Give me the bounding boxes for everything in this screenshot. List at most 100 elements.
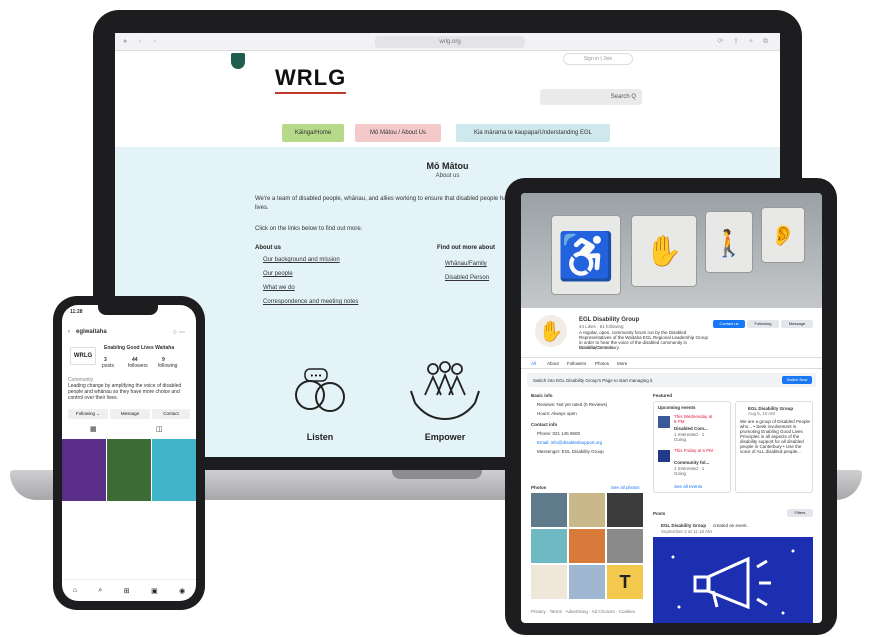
page-category: Disability Service [579,345,614,350]
photos-heading: Photos [531,485,547,490]
tab-followers[interactable]: Followers [567,361,586,366]
contact-info-heading: Contact info [531,422,558,427]
event1-title[interactable]: Disabled Com... [674,426,708,431]
photo-thumbnail[interactable] [531,565,567,599]
footer-links[interactable]: Privacy · Terms · Advertising · Ad Choic… [531,609,635,614]
following-page-button[interactable]: Following [747,320,779,328]
event2-title[interactable]: Community fol... [674,460,709,465]
events-card: Upcoming events This Wednesday at 6 PM D… [653,401,731,493]
window-controls-icon[interactable]: ● ‹ › [123,38,161,45]
site-nav: Kāinga/Home Mō Mātou / About Us Kia māra… [115,117,780,147]
browser-toolbar: ● ‹ › wrlg.org ⟳ ⇪ + ⧉ [115,33,780,51]
tablet-screen: ♿ ✋ 🚶 👂 ✋ EGL Disability Group 44 Likes … [521,193,822,623]
contact-us-button[interactable]: Contact us [713,320,745,328]
stat-following-label[interactable]: following [158,363,177,369]
photo-thumbnail[interactable]: T [607,565,643,599]
tab-more[interactable]: More [617,361,627,366]
tab-photos[interactable]: Photos [595,361,609,366]
posts-heading: Posts [653,511,666,516]
featured-post-card[interactable]: EGL Disability Group Aug 5, 10 AM We are… [735,401,813,493]
menu-icon[interactable]: ♢ ⋯ [172,329,185,336]
link-disabled-person[interactable]: Disabled Person [445,275,489,281]
profile-handle: egiwaitaha [76,329,107,335]
see-all-events-link[interactable]: See all events [674,484,702,489]
event-thumbnail[interactable] [658,450,670,462]
hours-row: Hours: Always open [537,411,577,416]
link-whanau[interactable]: Whānau/Family [445,261,487,267]
search-icon[interactable]: ⌕ [98,587,102,595]
cover-photo[interactable]: ♿ ✋ 🚶 👂 [521,193,822,308]
nav-home[interactable]: Kāinga/Home [282,124,344,142]
grid-tab-icon[interactable]: ▦ [90,425,97,433]
reels-icon[interactable]: ▣ [151,587,158,595]
event-thumbnail[interactable] [658,416,670,428]
event2-stats: 1 Interested · 1 Going [674,466,705,476]
signin-link[interactable]: Sign in | Join [563,53,633,65]
empower-label: Empower [424,432,466,442]
tagged-tab-icon[interactable]: ◫ [156,425,163,433]
messenger-row[interactable]: Messenger: EGL Disability Group [537,449,604,454]
photo-thumbnail[interactable] [569,565,605,599]
tab-all[interactable]: All [531,361,536,366]
switch-now-button[interactable]: Switch Now [782,376,812,384]
wheelchair-icon: ♿ [551,215,621,295]
message-button[interactable]: Message [110,409,150,419]
blind-walker-icon: 🚶 [705,211,753,273]
link-our-people[interactable]: Our people [263,271,293,277]
reviews-row: Reviews: Not yet rated (0 Reviews) [537,402,608,407]
back-arrow-icon[interactable]: ‹ [68,329,70,335]
message-page-button[interactable]: Message [781,320,813,328]
address-bar[interactable]: wrlg.org [375,36,525,48]
contact-button[interactable]: Contact [152,409,190,419]
link-correspondence[interactable]: Correspondence and meeting notes [263,299,363,305]
post-thumbnail[interactable] [152,439,196,501]
event1-day: This Wednesday at 6 PM [674,414,713,424]
event2-day: This Friday at 6 PM [674,448,714,453]
post-thumbnail[interactable] [107,439,151,501]
home-icon[interactable]: ⌂ [73,587,77,594]
laptop-notch [392,470,482,479]
photo-thumbnail[interactable] [531,529,567,563]
add-post-icon[interactable]: ⊞ [124,587,130,595]
email-row[interactable]: Email: info@disabledsupport.org [537,440,602,445]
profile-bio: Leading change by amplifying the voice o… [68,383,182,401]
search-button[interactable]: Search Q [540,89,642,105]
photo-thumbnail[interactable] [607,529,643,563]
photo-thumbnail[interactable] [569,493,605,527]
following-button[interactable]: Following ⌄ [68,409,108,419]
profile-name: Enabling Good Lives Waitaha [104,345,175,351]
empower-icon [410,361,480,421]
phone-time: 11:28 [70,309,83,315]
link-what-we-do[interactable]: What we do [263,285,295,291]
photo-thumbnail[interactable] [569,529,605,563]
nav-understanding-egl[interactable]: Kia mārama te kaupapa/Understanding EGL [456,124,610,142]
svg-text:•••: ••• [310,372,322,380]
page-title: Mō Mātou [426,161,469,171]
see-all-photos-link[interactable]: See all photos [611,485,640,490]
link-background[interactable]: Our background and mission [263,257,340,263]
basic-info-heading: Basic info [531,393,553,398]
events-heading: Upcoming events [658,405,696,410]
tab-about[interactable]: About [547,361,559,366]
switch-page-banner: Switch into EGL Disability Group's Page … [527,373,816,387]
nav-about-us[interactable]: Mō Mātou / About Us [355,124,441,142]
crest-logo-icon [231,53,245,69]
stat-posts-label: posts [102,363,114,369]
profile-avatar[interactable]: WRLG [70,347,96,365]
photo-thumbnail[interactable] [531,493,567,527]
event-cover-image[interactable] [653,537,813,623]
browser-tools-icon[interactable]: ⟳ ⇪ + ⧉ [717,37,772,46]
profile-icon[interactable]: ◉ [179,587,185,595]
filters-button[interactable]: Filters [787,509,813,517]
event1-stats: 1 Interested · 1 Going [674,432,705,442]
about-heading: About us [255,245,281,251]
phone-row: Phone: 021 145 9600 [537,431,581,436]
page-avatar[interactable]: ✋ [533,313,569,349]
post-thumbnail[interactable] [62,439,106,501]
listen-icon: ••• [295,368,345,412]
stat-followers-label[interactable]: followers [128,363,148,369]
site-logo[interactable]: WRLG [275,65,347,94]
listen-label: Listen [306,432,334,442]
photo-thumbnail[interactable] [607,493,643,527]
page-name: EGL Disability Group [579,317,640,323]
